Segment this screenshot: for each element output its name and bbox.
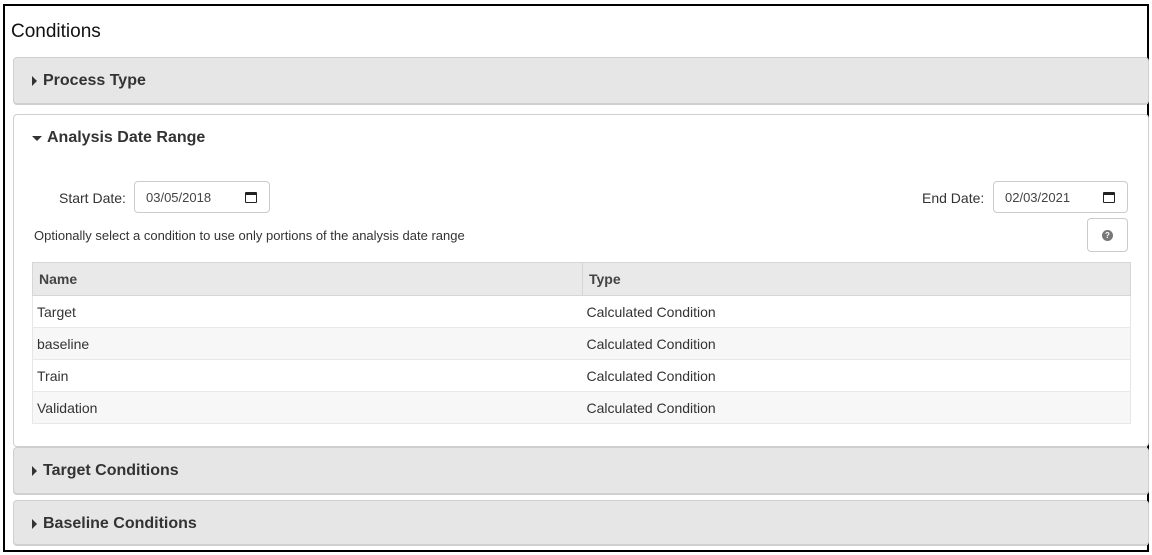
row-type-cell[interactable]: Calculated Condition <box>582 327 1131 360</box>
process-type-panel[interactable]: Process Type <box>13 57 1149 105</box>
process-type-label: Process Type <box>43 72 146 89</box>
row-type-cell[interactable]: Calculated Condition <box>582 359 1131 392</box>
row-type-cell[interactable]: Calculated Condition <box>582 391 1131 424</box>
caret-right-icon <box>32 76 37 86</box>
target-conditions-panel[interactable]: Target Conditions <box>13 447 1149 495</box>
caret-right-icon <box>32 466 37 476</box>
table-row[interactable]: Train Calculated Condition <box>32 359 1131 392</box>
table-row[interactable]: Validation Calculated Condition <box>32 391 1131 424</box>
table-header-row: Name Type <box>32 262 1131 296</box>
row-name-cell[interactable]: baseline <box>32 327 583 360</box>
end-date-input[interactable]: 02/03/2021 <box>993 181 1128 213</box>
calendar-icon[interactable] <box>1103 192 1115 203</box>
analysis-date-range-header[interactable]: Analysis Date Range <box>32 129 205 147</box>
process-type-header[interactable]: Process Type <box>32 72 146 90</box>
question-circle-icon: ? <box>1102 229 1113 241</box>
caret-down-icon <box>32 135 42 141</box>
analysis-date-range-label: Analysis Date Range <box>47 129 206 146</box>
table-row[interactable]: Target Calculated Condition <box>32 295 1131 328</box>
row-name-cell[interactable]: Target <box>32 295 583 328</box>
row-type-cell[interactable]: Calculated Condition <box>582 295 1131 328</box>
condition-hint-text: Optionally select a condition to use onl… <box>34 228 465 243</box>
conditions-table: Name Type Target Calculated Condition ba… <box>32 262 1131 424</box>
column-header-name[interactable]: Name <box>32 262 583 296</box>
baseline-conditions-label: Baseline Conditions <box>43 515 197 532</box>
calendar-icon[interactable] <box>245 192 257 203</box>
row-name-cell[interactable]: Train <box>32 359 583 392</box>
target-conditions-header[interactable]: Target Conditions <box>32 462 179 480</box>
start-date-input[interactable]: 03/05/2018 <box>134 181 270 213</box>
conditions-frame: Conditions Process Type Analysis Date Ra… <box>3 4 1149 552</box>
column-header-type[interactable]: Type <box>582 262 1131 296</box>
end-date-label: End Date: <box>922 190 985 206</box>
baseline-conditions-header[interactable]: Baseline Conditions <box>32 515 197 533</box>
page-title: Conditions <box>11 21 101 42</box>
end-date-value: 02/03/2021 <box>1005 189 1071 205</box>
target-conditions-label: Target Conditions <box>43 462 179 479</box>
start-date-label: Start Date: <box>59 190 126 206</box>
baseline-conditions-panel[interactable]: Baseline Conditions <box>13 500 1149 546</box>
analysis-date-range-panel: Analysis Date Range Start Date: 03/05/20… <box>13 114 1149 447</box>
start-date-value: 03/05/2018 <box>146 189 212 205</box>
row-name-cell[interactable]: Validation <box>32 391 583 424</box>
caret-right-icon <box>32 519 37 529</box>
table-row[interactable]: baseline Calculated Condition <box>32 327 1131 360</box>
help-button[interactable]: ? <box>1087 218 1128 252</box>
